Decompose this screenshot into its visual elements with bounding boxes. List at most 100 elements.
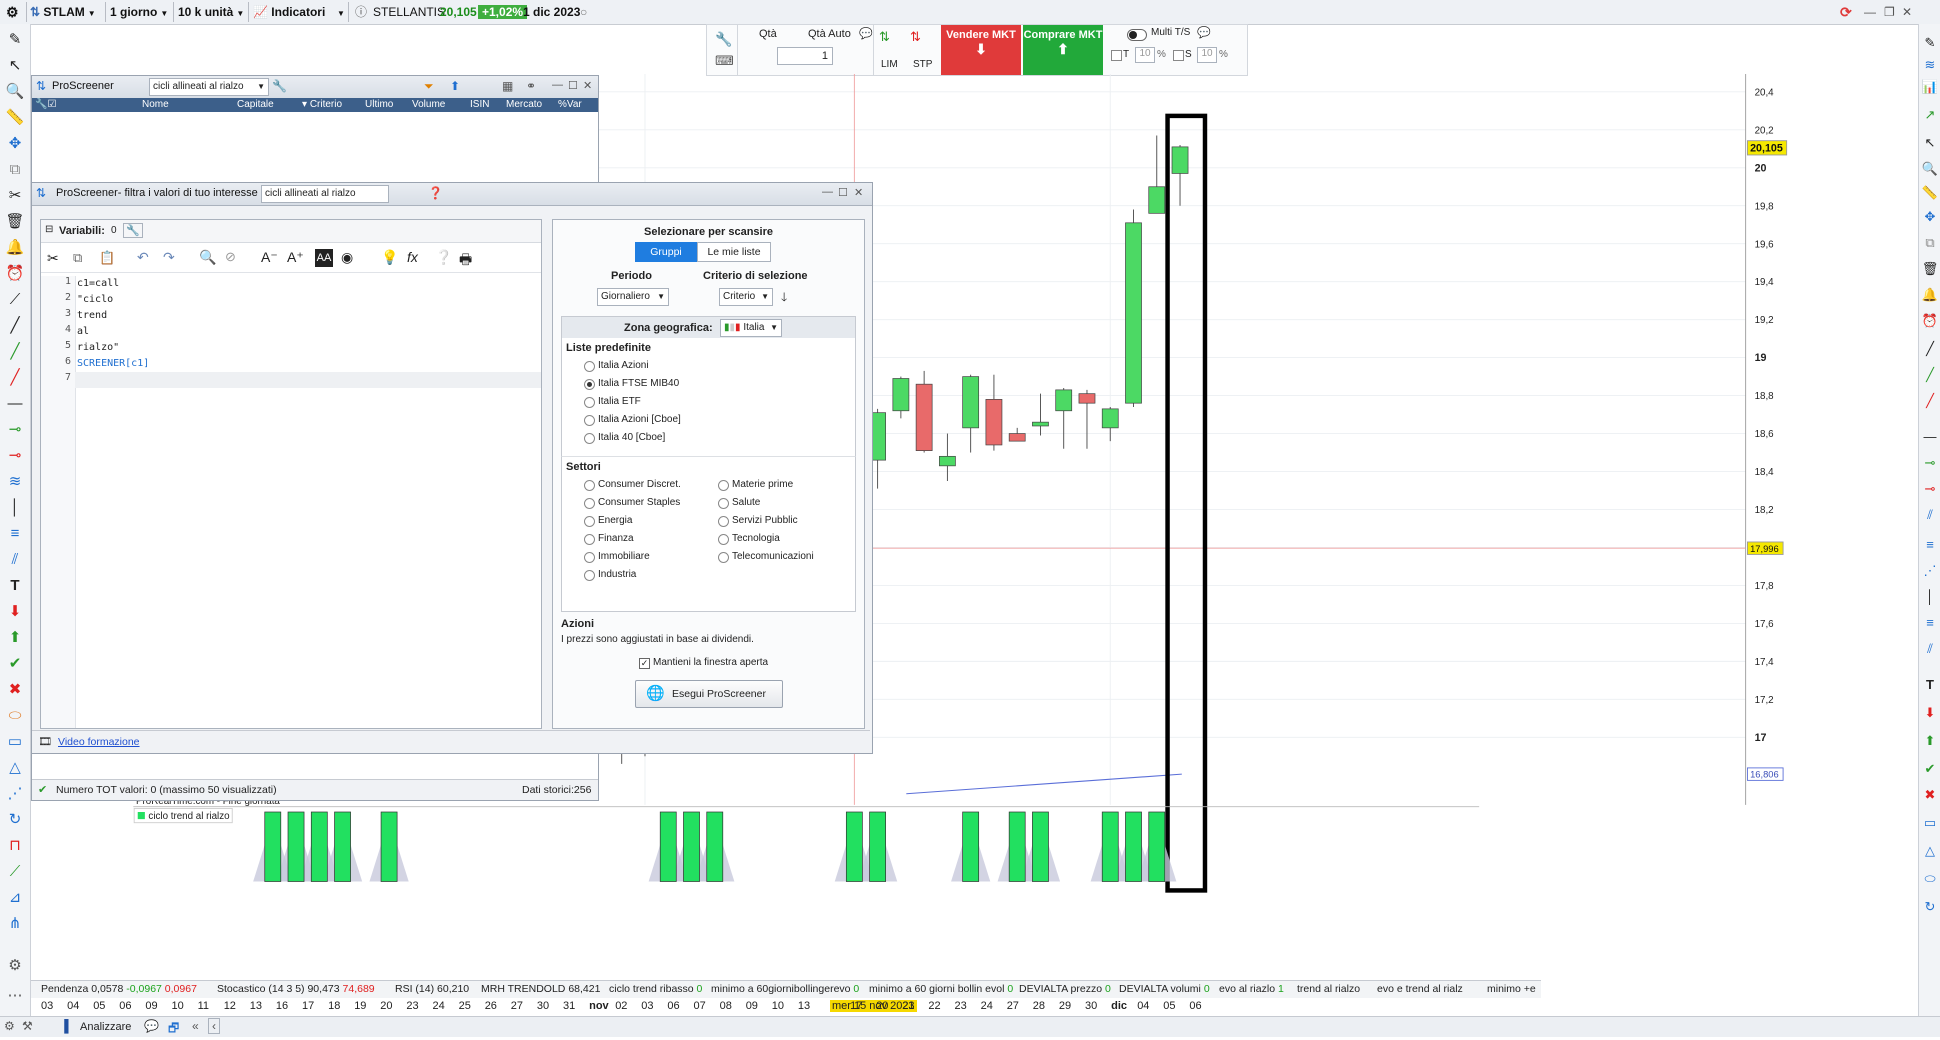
editor-maximize-icon[interactable]: ☐ bbox=[838, 186, 848, 199]
keyboard-icon[interactable]: ⌨ bbox=[715, 53, 734, 69]
indicators-dropdown-icon[interactable]: ▼ bbox=[334, 3, 345, 21]
layout-icon[interactable]: ▦ bbox=[502, 79, 513, 93]
more-icon[interactable]: ⋯ bbox=[5, 986, 25, 1006]
line-segment-icon[interactable]: ⟋ bbox=[5, 290, 25, 310]
list-minimize-icon[interactable]: — bbox=[552, 79, 563, 91]
fib-level-icon[interactable]: ≡ bbox=[5, 524, 25, 544]
indicator-value[interactable]: RSI (14) 60,210 bbox=[395, 983, 469, 995]
col-criterio[interactable]: ▾ Criterio bbox=[302, 98, 342, 112]
cycle-bar[interactable] bbox=[1101, 811, 1119, 882]
right-copy-icon[interactable]: ⧉ bbox=[1921, 234, 1939, 252]
cycle-bar[interactable] bbox=[706, 811, 724, 882]
check-icon[interactable]: ✔ bbox=[5, 654, 25, 674]
tab-groups[interactable]: Gruppi bbox=[635, 242, 697, 262]
criterio-select[interactable]: Criterio ▼ bbox=[719, 288, 773, 306]
candle-body[interactable] bbox=[962, 376, 980, 429]
right-ellipse-icon[interactable]: ⬭ bbox=[1921, 870, 1939, 888]
list-radio[interactable] bbox=[584, 361, 595, 372]
col-mercato[interactable]: Mercato bbox=[506, 98, 542, 112]
right-green-line-icon[interactable]: ╱ bbox=[1921, 366, 1939, 384]
right-channel-icon[interactable]: ⫽ bbox=[1921, 506, 1939, 524]
ticker-selector[interactable]: ⇅ STLAM ▼ bbox=[30, 3, 96, 21]
indicator-value[interactable]: MRH TRENDOLD 68,421 bbox=[481, 983, 600, 995]
cycle-bar[interactable] bbox=[962, 811, 980, 882]
stp-label[interactable]: STP bbox=[913, 59, 932, 70]
indicator-value[interactable]: minimo a 60 giorni bollin evol 0 bbox=[869, 983, 1013, 995]
rectangle-icon[interactable]: ▭ bbox=[5, 732, 25, 752]
undo-icon[interactable]: ↶ bbox=[137, 249, 149, 266]
list-close-icon[interactable]: ✕ bbox=[583, 79, 592, 92]
cycle-bar[interactable] bbox=[287, 811, 305, 882]
ellipse-icon[interactable]: ⬭ bbox=[5, 706, 25, 726]
sector-radio[interactable] bbox=[718, 516, 729, 527]
magnet-icon[interactable]: ⊓ bbox=[5, 836, 25, 856]
s-input[interactable]: 10 bbox=[1197, 47, 1217, 63]
trend-line[interactable] bbox=[906, 773, 1182, 795]
candle-body[interactable] bbox=[1055, 389, 1073, 412]
right-vline-icon[interactable]: │ bbox=[1921, 588, 1939, 606]
close-icon[interactable]: ✕ bbox=[1902, 3, 1912, 21]
s-checkbox[interactable] bbox=[1173, 50, 1184, 61]
variables-settings-icon[interactable]: 🔧 bbox=[123, 223, 143, 238]
col-capitale[interactable]: Capitale bbox=[237, 98, 274, 112]
multi-ts-toggle[interactable] bbox=[1127, 29, 1147, 41]
triangle-icon[interactable]: △ bbox=[5, 758, 25, 778]
right-alert-icon[interactable]: 🔔 bbox=[1921, 286, 1939, 304]
indicator-value[interactable]: minimo a 60giornibollingerevo 0 bbox=[711, 983, 859, 995]
timeframe-selector[interactable]: 1 giorno ▼ bbox=[110, 3, 168, 21]
cycle-bar[interactable] bbox=[1032, 811, 1049, 882]
right-red-line-icon[interactable]: ╱ bbox=[1921, 392, 1939, 410]
sector-radio[interactable] bbox=[584, 534, 595, 545]
ruler-icon[interactable]: 📏 bbox=[5, 108, 25, 128]
redo-icon[interactable]: ↷ bbox=[163, 249, 175, 266]
t-input[interactable]: 10 bbox=[1135, 47, 1155, 63]
candle-body[interactable] bbox=[1008, 433, 1026, 442]
keep-open-checkbox[interactable]: ✓ bbox=[639, 658, 650, 669]
editor-minimize-icon[interactable]: — bbox=[822, 186, 833, 198]
minimize-icon[interactable]: — bbox=[1864, 3, 1876, 21]
bottom-settings-icon[interactable]: ⚙ bbox=[4, 1019, 15, 1033]
code-area[interactable]: 1 c1=call "ciclo trend al rialzo" 2 3 4 5… bbox=[41, 276, 541, 406]
right-arrow-up2-icon[interactable]: ⬆ bbox=[1921, 732, 1939, 750]
vline-icon[interactable]: │ bbox=[5, 498, 25, 518]
right-pointer-icon[interactable]: ↖ bbox=[1921, 134, 1939, 152]
cycle-bar[interactable] bbox=[1125, 811, 1142, 882]
indicator-value[interactable]: evo al riazlo 1 bbox=[1219, 983, 1284, 995]
sector-radio[interactable] bbox=[718, 498, 729, 509]
col-ultimo[interactable]: Ultimo bbox=[365, 98, 393, 112]
print-icon[interactable]: 🖶 bbox=[459, 249, 472, 273]
hline-icon[interactable]: — bbox=[5, 394, 25, 414]
arrow-down-icon[interactable]: ⬇ bbox=[5, 602, 25, 622]
restore-icon[interactable]: ❐ bbox=[1884, 3, 1895, 21]
screener-name-input[interactable]: cicli allineati al rialzo bbox=[261, 185, 389, 203]
right-check-icon[interactable]: ✔ bbox=[1921, 760, 1939, 778]
right-arrow-down-icon[interactable]: ⬇ bbox=[1921, 704, 1939, 722]
scroll-left-icon[interactable]: ‹ bbox=[208, 1018, 220, 1034]
multi-ts-info-icon[interactable]: 💬 bbox=[1197, 26, 1211, 39]
indicator-value[interactable]: minimo +e bbox=[1487, 983, 1536, 995]
font-decrease-icon[interactable]: A⁻ bbox=[261, 249, 278, 266]
right-move-icon[interactable]: ✥ bbox=[1921, 208, 1939, 226]
variables-collapse-icon[interactable]: ⊟ bbox=[45, 224, 53, 235]
list-radio[interactable] bbox=[584, 415, 595, 426]
header-tools-icon[interactable]: 🔧☑ bbox=[35, 98, 56, 112]
code-line[interactable]: c1=call "ciclo trend al rialzo" bbox=[77, 276, 119, 353]
indicator-value[interactable]: ciclo trend ribasso 0 bbox=[609, 983, 702, 995]
analyze-tab[interactable]: Analizzare bbox=[80, 1021, 131, 1033]
candle-body[interactable] bbox=[1171, 146, 1189, 174]
cycle-bar[interactable] bbox=[1148, 811, 1166, 882]
line-icon[interactable]: ╱ bbox=[5, 316, 25, 336]
right-hline-icon[interactable]: — bbox=[1921, 428, 1939, 446]
function-icon[interactable]: fx bbox=[407, 249, 418, 265]
list-radio[interactable] bbox=[584, 397, 595, 408]
right-fib2-icon[interactable]: ≡ bbox=[1921, 614, 1939, 632]
right-text-icon[interactable]: T bbox=[1921, 676, 1939, 694]
zona-select[interactable]: ▮▮▮ Italia ▼ bbox=[720, 319, 782, 337]
indicator-value[interactable]: Stocastico (14 3 5) 90,473 74,689 bbox=[217, 983, 375, 995]
right-channel2-icon[interactable]: ⫽ bbox=[1921, 640, 1939, 658]
search-icon[interactable]: 🔍 bbox=[199, 249, 216, 266]
fib-icon[interactable]: ≋ bbox=[5, 472, 25, 492]
sector-radio[interactable] bbox=[584, 570, 595, 581]
red-hline-icon[interactable]: ⊸ bbox=[5, 446, 25, 466]
zoom-icon[interactable]: 🔍 bbox=[5, 82, 25, 102]
